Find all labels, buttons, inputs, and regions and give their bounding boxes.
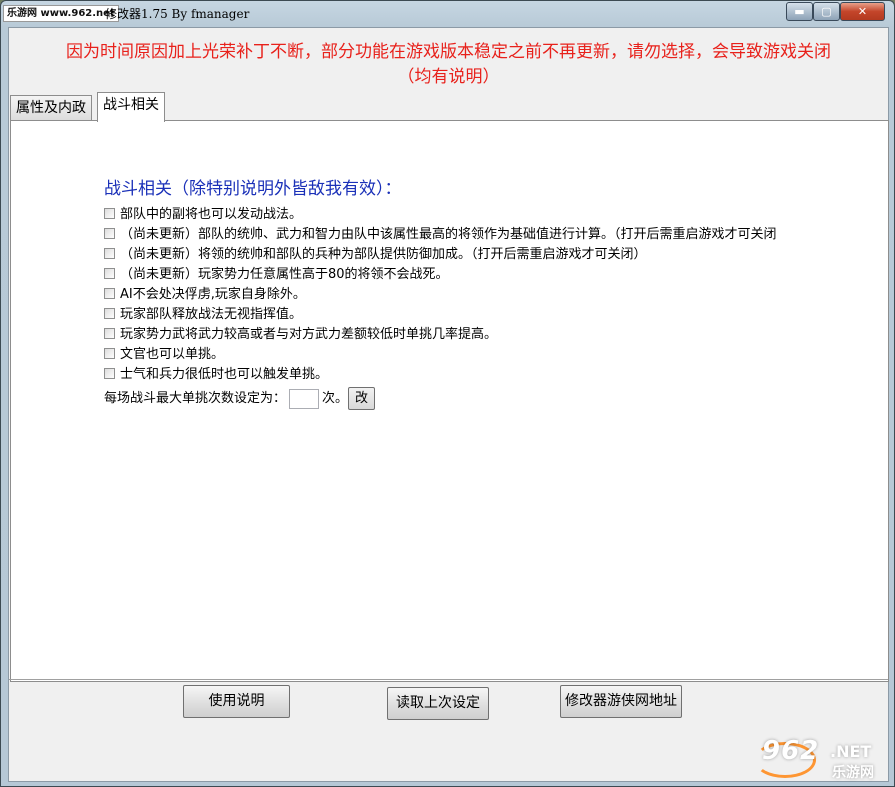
change-button[interactable]: 改	[348, 387, 376, 410]
checkbox[interactable]	[104, 288, 115, 299]
option-label: （尚未更新）将领的统帅和部队的兵种为部队提供防御加成。（打开后需重启游戏才可关闭…	[120, 247, 647, 262]
tab-battle[interactable]: 战斗相关	[97, 92, 165, 122]
client-area: 因为时间原因加上光荣补丁不断，部分功能在游戏版本稳定之前不再更新，请勿选择，会导…	[8, 27, 889, 782]
option-low-morale-duel[interactable]: 士气和兵力很低时也可以触发单挑。	[104, 365, 328, 384]
option-duel-rate[interactable]: 玩家势力武将武力较高或者与对方武力差额较低时单挑几率提高。	[104, 325, 497, 344]
footer-divider	[9, 679, 888, 680]
checkbox[interactable]	[104, 208, 115, 219]
load-settings-button[interactable]: 读取上次设定	[387, 687, 489, 720]
duel-count-row: 每场战斗最大单挑次数设定为： 次。改	[104, 387, 376, 411]
option-label: （尚未更新）部队的统帅、武力和智力由队中该属性最高的将领作为基础值进行计算。（打…	[120, 227, 777, 242]
duel-count-label: 每场战斗最大单挑次数设定为：	[104, 391, 287, 406]
option-max-stat-base[interactable]: （尚未更新）部队的统帅、武力和智力由队中该属性最高的将领作为基础值进行计算。（打…	[104, 225, 777, 244]
checkbox[interactable]	[104, 268, 115, 279]
website-button[interactable]: 修改器游侠网地址	[560, 685, 682, 718]
option-label: 玩家势力武将武力较高或者与对方武力差额较低时单挑几率提高。	[120, 327, 498, 342]
option-label: （尚未更新）玩家势力任意属性高于80的将领不会战死。	[120, 267, 449, 282]
option-label: 玩家部队释放战法无视指挥值。	[120, 307, 303, 322]
close-button[interactable]: ✕	[840, 2, 885, 21]
warning-line-1: 因为时间原因加上光荣补丁不断，部分功能在游戏版本稳定之前不再更新，请勿选择，会导…	[66, 42, 831, 62]
battle-panel: 战斗相关（除特别说明外皆敌我有效）： 部队中的副将也可以发动战法。 （尚未更新）…	[10, 120, 889, 682]
app-window: 乐游网 www.962.net 修改器1.75 By fmanager ▬ ▢ …	[0, 0, 895, 787]
minimize-button[interactable]: ▬	[786, 2, 813, 21]
section-title: 战斗相关（除特别说明外皆敌我有效）：	[104, 179, 402, 199]
tab-strip: 属性及内政 战斗相关	[9, 92, 888, 122]
option-deputy-tactics[interactable]: 部队中的副将也可以发动战法。	[104, 205, 302, 224]
maximize-button[interactable]: ▢	[813, 2, 840, 21]
duel-count-suffix: 次。	[322, 391, 349, 406]
option-no-execution[interactable]: AI不会处决俘虏,玩家自身除外。	[104, 285, 306, 304]
option-label: 文官也可以单挑。	[120, 347, 225, 362]
tab-attributes[interactable]: 属性及内政	[10, 95, 92, 121]
checkbox[interactable]	[104, 308, 115, 319]
option-label: 士气和兵力很低时也可以触发单挑。	[120, 367, 329, 382]
option-no-death[interactable]: （尚未更新）玩家势力任意属性高于80的将领不会战死。	[104, 265, 449, 284]
site-watermark: 962 .NET 乐游网	[752, 736, 892, 784]
watermark-net: .NET	[830, 742, 872, 761]
option-ignore-command[interactable]: 玩家部队释放战法无视指挥值。	[104, 305, 302, 324]
window-title: 修改器1.75 By fmanager	[105, 7, 250, 21]
option-defense-bonus[interactable]: （尚未更新）将领的统帅和部队的兵种为部队提供防御加成。（打开后需重启游戏才可关闭…	[104, 245, 647, 264]
checkbox[interactable]	[104, 228, 115, 239]
checkbox[interactable]	[104, 328, 115, 339]
duel-count-input[interactable]	[289, 388, 320, 409]
checkbox[interactable]	[104, 348, 115, 359]
option-civil-duel[interactable]: 文官也可以单挑。	[104, 345, 224, 364]
help-button[interactable]: 使用说明	[183, 685, 290, 718]
checkbox[interactable]	[104, 368, 115, 379]
warning-notice: 因为时间原因加上光荣补丁不断，部分功能在游戏版本稳定之前不再更新，请勿选择，会导…	[9, 40, 888, 90]
site-label: 乐游网 www.962.net	[3, 5, 119, 22]
option-label: 部队中的副将也可以发动战法。	[120, 207, 303, 222]
option-label: AI不会处决俘虏,玩家自身除外。	[120, 287, 306, 302]
warning-line-2: （均有说明）	[397, 67, 500, 87]
title-bar[interactable]: 乐游网 www.962.net 修改器1.75 By fmanager ▬ ▢ …	[1, 1, 894, 25]
watermark-cn: 乐游网	[832, 765, 874, 781]
checkbox[interactable]	[104, 248, 115, 259]
watermark-number: 962	[762, 736, 820, 766]
